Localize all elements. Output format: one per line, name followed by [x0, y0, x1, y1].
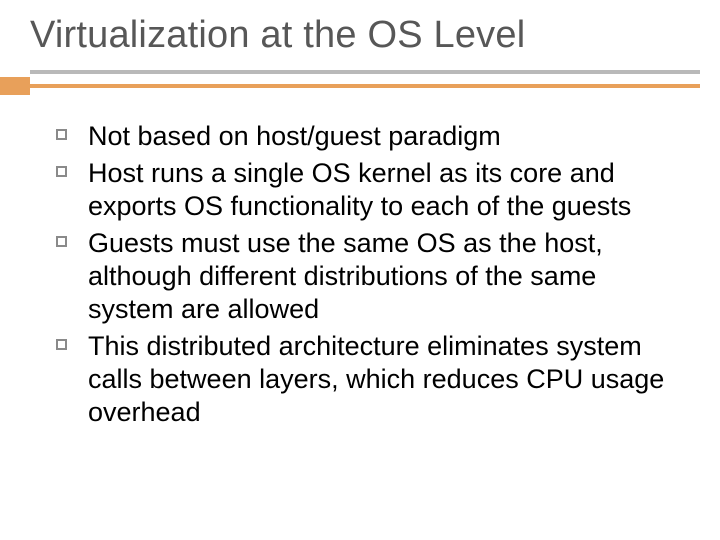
bullet-text: Host runs a single OS kernel as its core…: [88, 158, 631, 221]
list-item: Host runs a single OS kernel as its core…: [50, 157, 680, 223]
bullet-list: Not based on host/guest paradigm Host ru…: [50, 120, 680, 428]
divider-accent-box: [0, 77, 30, 95]
divider-orange-line: [30, 84, 700, 88]
list-item: This distributed architecture eliminates…: [50, 330, 680, 429]
slide-title: Virtualization at the OS Level: [30, 14, 525, 57]
bullet-text: Not based on host/guest paradigm: [88, 121, 501, 151]
divider-orange-row: [0, 77, 720, 95]
title-divider: [0, 70, 720, 95]
slide: Virtualization at the OS Level Not based…: [0, 0, 720, 540]
list-item: Guests must use the same OS as the host,…: [50, 227, 680, 326]
bullet-text: Guests must use the same OS as the host,…: [88, 228, 603, 324]
divider-gray-line: [30, 70, 700, 74]
content-area: Not based on host/guest paradigm Host ru…: [50, 120, 680, 432]
bullet-text: This distributed architecture eliminates…: [88, 331, 664, 427]
list-item: Not based on host/guest paradigm: [50, 120, 680, 153]
